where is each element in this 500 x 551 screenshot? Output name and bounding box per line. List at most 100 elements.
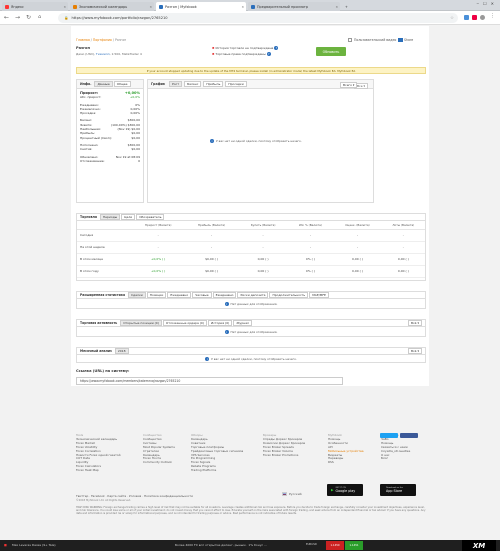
breadcrumb-home[interactable]: Главная (76, 38, 90, 42)
tab-pending-orders[interactable]: Отложенные ордера (0) (162, 320, 207, 326)
bookmark-star-icon[interactable]: ☆ (450, 16, 454, 21)
new-tab-button[interactable]: + (342, 2, 352, 11)
tab-general[interactable]: Общее (113, 81, 131, 87)
reload-icon[interactable]: ↻ (26, 14, 31, 21)
info-row-label: Отслеживание: (80, 158, 105, 163)
share-button[interactable]: Share (398, 38, 413, 42)
update-button[interactable]: Обновить (316, 47, 346, 56)
checkbox-icon[interactable] (348, 38, 352, 42)
tab-daily-2[interactable]: Ежедневно (212, 292, 237, 298)
table-cell: 0,00 ( ) (333, 253, 382, 266)
footer-column: Myfxbook Помощь Особенности API Мобильные ус… (328, 433, 388, 465)
browser-tab-4[interactable]: Предварительный просмотр ✕ (248, 2, 340, 11)
tab-history[interactable]: История (0) (207, 320, 233, 326)
activity-filter-select[interactable]: Всё ▾ (407, 320, 422, 326)
footer-link[interactable]: Forex Heat Map (76, 468, 136, 473)
tab-data[interactable]: Данные (94, 81, 113, 87)
tab-trades[interactable]: Сделки (128, 292, 146, 298)
table-cell: $0,00 ( ) (184, 253, 239, 266)
info-row-value: Nov 19 at 08:09 (115, 154, 140, 159)
back-arrow-icon[interactable]: ← (4, 14, 9, 21)
tab-growth[interactable]: Рост (169, 81, 183, 87)
language-label: Русский (289, 492, 302, 496)
monthly-filter-select[interactable]: Всё ▾ (407, 348, 422, 354)
tab-year[interactable]: 2018 (114, 348, 129, 354)
google-play-badge[interactable]: ▶ GET IT ON Google play (327, 484, 363, 496)
account-name: Разгон (76, 46, 90, 50)
footer-links[interactable]: Твиттер · Facebook · Карта сайта · Услов… (76, 494, 193, 498)
info-panel: Инфо. Данные Общее Прирост: +0,00% Абс. п… (76, 79, 144, 203)
forward-arrow-icon[interactable]: → (15, 14, 20, 21)
bid-price: 1.1450 (326, 541, 344, 550)
table-cell: - (381, 229, 425, 242)
tab-drawdown[interactable]: Просадки (225, 81, 247, 87)
info-panel-header: Инфо. Данные Общее (77, 80, 143, 89)
tab-daily[interactable]: Ежедневно (167, 292, 192, 298)
broker-link[interactable]: Тикмилл (96, 52, 110, 56)
column-header: Прирост (Валюта) (131, 221, 185, 230)
info-icon[interactable]: ? (274, 46, 279, 50)
app-store-badge[interactable]: Download on the App Store (380, 484, 416, 496)
risk-warning: HIGH RISK WARNING: Foreign exchange trad… (76, 506, 426, 516)
tab-periods[interactable]: Периоды (99, 214, 121, 220)
tab-browser[interactable]: Обозреватель (136, 214, 165, 220)
footer-link[interactable]: Блог (381, 457, 441, 461)
tab-balance[interactable]: Баланс (184, 81, 202, 87)
menu-dots-icon[interactable]: ⋮ (490, 13, 495, 19)
table-cell: +0,0% ( ) (131, 253, 185, 266)
tab-deposit-risk[interactable]: Риски депозита (237, 292, 269, 298)
tab-label: Экономический календарь (79, 4, 128, 9)
twitter-follow-icon[interactable] (380, 433, 398, 438)
trading-activity-message-text: Нет данных для отображения. (230, 330, 278, 334)
system-link-field[interactable]: https://www.myfxbook.com/members/katemrv… (76, 377, 343, 385)
table-cell: 0,00 ( ) (238, 253, 288, 266)
activity-filter-value: Всё (410, 321, 417, 325)
tab-open-positions[interactable]: Открытые позиции (0) (120, 320, 162, 326)
table-cell: - (238, 229, 288, 242)
advanced-stats-panel: Расширенная статистика Сделки Позиции Еж… (76, 291, 426, 309)
browser-tab-2[interactable]: Экономический календарь ✕ (70, 2, 154, 11)
table-cell: В этом месяце (77, 253, 132, 266)
tab-positions[interactable]: Позиции (146, 292, 167, 298)
close-tab-icon[interactable]: ✕ (149, 5, 152, 9)
tab-duration[interactable]: Продолжительность (269, 292, 309, 298)
url-field[interactable]: 🔒 https://www.myfxbook.com/portfolio/raz… (58, 13, 458, 23)
chart-type-select[interactable]: Всего ▾ (340, 82, 358, 88)
calendar-favicon-icon (73, 4, 77, 9)
lock-icon: 🔒 (64, 16, 69, 20)
browser-tab-3[interactable]: Разгон | Myfxbook ✕ (156, 2, 246, 11)
info-icon[interactable]: ? (266, 52, 271, 56)
bottom-ad-bar[interactable]: ■ Max Leveras Daxes (9+ Tale) Более 4000… (0, 540, 500, 551)
account-meta: Демо (USD), Тикмилл, 1:500, MetaTrader 4 (76, 52, 142, 56)
table-cell: +0,0% ( ) (131, 265, 185, 278)
public-view-toggle[interactable]: Пользовательский видео (348, 38, 396, 42)
close-tab-icon[interactable]: ✕ (335, 5, 338, 9)
table-row: Сегодня - - - - - - (77, 229, 425, 242)
table-cell: - (131, 241, 185, 254)
footer-link[interactable]: Forex Broker Promotions (263, 453, 323, 458)
profile-icon[interactable] (480, 15, 485, 20)
extension-icon[interactable] (472, 15, 477, 20)
browser-tab-1[interactable]: Яндекс ✕ (2, 2, 68, 11)
myfxbook-favicon-icon (159, 4, 163, 9)
tab-mae-mfe[interactable]: MAE/MFE (309, 292, 329, 298)
play-icon: ▶ (331, 488, 334, 492)
table-cell: На этой неделе (77, 241, 132, 254)
tab-journal[interactable]: Журнал (233, 320, 252, 326)
tab-hourly[interactable]: Часовые (192, 292, 212, 298)
tab-profit[interactable]: Прибыль (203, 81, 224, 87)
language-selector[interactable]: Русский (282, 492, 302, 496)
facebook-like-icon[interactable] (400, 433, 418, 438)
google-play-big: Google play (335, 489, 356, 493)
close-tab-icon[interactable]: ✕ (63, 5, 66, 9)
tab-label: Яндекс (11, 4, 24, 9)
footer-link[interactable]: Trading Platforms (191, 468, 251, 473)
tab-goals[interactable]: Цели (121, 214, 136, 220)
breadcrumb-portfolio[interactable]: Портфолио (93, 38, 112, 42)
info-row-label: Абс. прирост: (80, 95, 102, 100)
close-tab-icon[interactable]: ✕ (241, 5, 244, 9)
window-controls[interactable]: ‒☐✕ (477, 1, 498, 6)
extension-icon[interactable] (464, 15, 469, 20)
home-icon[interactable]: ⌂ (38, 14, 41, 20)
footer-link[interactable]: RSS (328, 460, 388, 465)
